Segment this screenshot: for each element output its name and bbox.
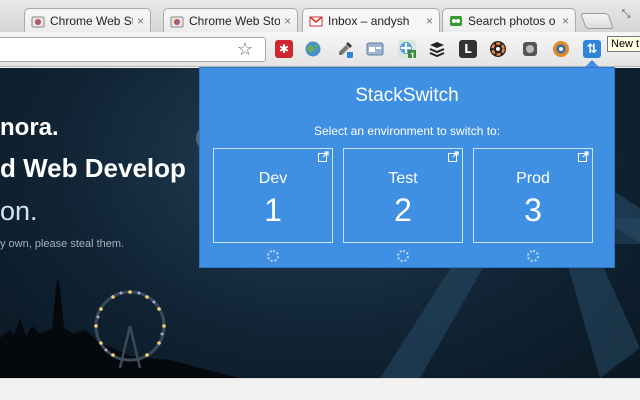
close-tab-icon[interactable]: × (137, 14, 144, 28)
tab-chrome-web-store-2[interactable]: Chrome Web Sto × (163, 8, 298, 32)
flickr-icon (450, 15, 462, 26)
hero-heading-2: d Web Develop (0, 153, 186, 183)
page-footer (0, 378, 640, 400)
camera-icon[interactable] (552, 40, 570, 58)
new-tab-button[interactable] (580, 13, 614, 29)
env-card-prod[interactable]: Prod 3 (473, 148, 593, 243)
l-icon[interactable]: L (459, 40, 477, 58)
loading-spinner-icon (397, 250, 409, 262)
eyedropper-icon[interactable] (336, 40, 354, 58)
london-skyline-illustration (0, 278, 240, 378)
evernote-icon[interactable] (521, 40, 539, 58)
env-number: 3 (524, 192, 542, 228)
tab-gmail-inbox[interactable]: Inbox – andysh × (302, 8, 440, 32)
hero-subtext: y own, please steal them. (0, 238, 125, 250)
close-tab-icon[interactable]: × (284, 14, 291, 28)
address-bar[interactable]: ☆ (0, 37, 266, 62)
stackswitch-icon[interactable]: ⇅ (583, 40, 601, 58)
colorwheel-icon[interactable] (489, 40, 507, 58)
loading-spinner-icon (267, 250, 279, 262)
stackswitch-popup: StackSwitch Select an environment to swi… (199, 67, 615, 268)
tab-flickr-search[interactable]: Search photos o × (442, 8, 576, 32)
external-link-icon (318, 151, 329, 162)
tab-strip: Chrome Web Sto × Chrome Web Sto × Inbox … (0, 0, 640, 32)
tab-title: Chrome Web Sto (189, 13, 280, 28)
env-name: Test (388, 170, 418, 187)
tooltip: New t (607, 36, 640, 52)
env-card-test[interactable]: Test 2 (343, 148, 463, 243)
env-name: Dev (258, 170, 288, 187)
chrome-webstore-icon (31, 16, 45, 27)
env-name: Prod (516, 170, 550, 187)
chrome-webstore-icon (170, 16, 184, 27)
tab-title: Chrome Web Sto (50, 13, 133, 28)
lastpass-icon[interactable]: ✱ (275, 40, 293, 58)
globe-icon[interactable] (304, 40, 322, 58)
loading-spinner-icon (527, 250, 539, 262)
env-number: 2 (394, 192, 412, 228)
popup-title: StackSwitch (355, 85, 459, 106)
tab-title: Search photos o (468, 13, 556, 28)
gmail-icon (309, 15, 323, 26)
tab-title: Inbox – andysh (328, 13, 410, 28)
popup-subtitle: Select an environment to switch to: (313, 124, 501, 138)
env-number: 1 (264, 192, 282, 228)
external-link-icon (578, 151, 589, 162)
hero-heading-1: nora. (0, 114, 59, 141)
hero-heading-3: on. (0, 196, 38, 226)
close-tab-icon[interactable]: × (426, 14, 433, 28)
tab-chrome-web-store-1[interactable]: Chrome Web Sto × (24, 8, 151, 32)
badge-count: 1 (410, 51, 416, 61)
window-icon[interactable] (366, 40, 384, 58)
env-card-dev[interactable]: Dev 1 (213, 148, 333, 243)
bookmark-star-icon[interactable]: ☆ (237, 39, 253, 60)
buffer-icon[interactable] (428, 40, 446, 58)
close-tab-icon[interactable]: × (562, 14, 569, 28)
fullscreen-icon[interactable]: ⤡ (616, 8, 636, 22)
external-link-icon (448, 151, 459, 162)
